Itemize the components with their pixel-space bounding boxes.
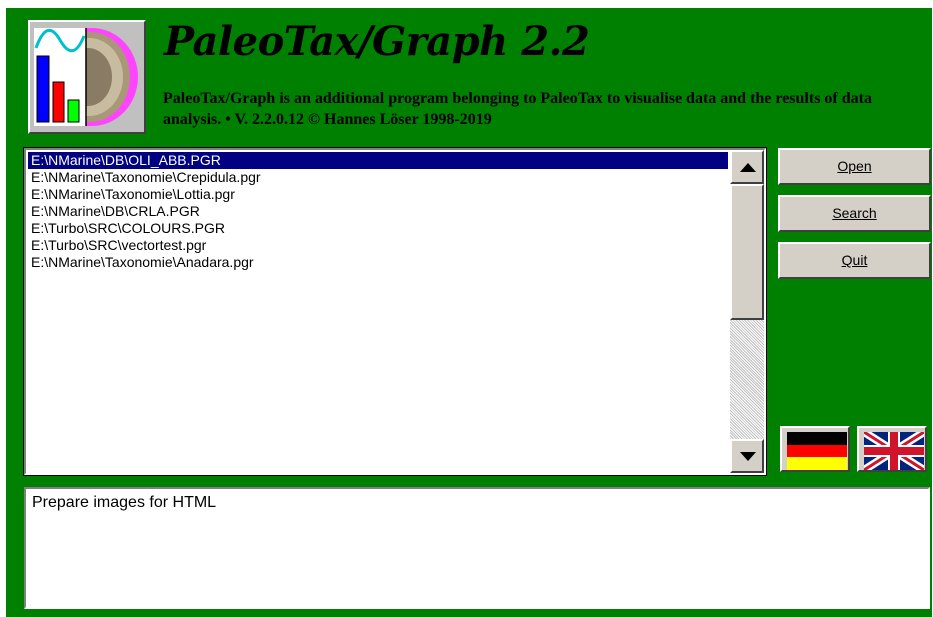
scroll-down-button[interactable] xyxy=(730,439,764,473)
german-language-button[interactable] xyxy=(780,426,850,472)
file-list-item[interactable]: E:\Turbo\SRC\COLOURS.PGR xyxy=(28,220,728,237)
file-list-item[interactable]: E:\NMarine\Taxonomie\Crepidula.pgr xyxy=(28,169,728,186)
file-list-item[interactable]: E:\Turbo\SRC\vectortest.pgr xyxy=(28,237,728,254)
file-list[interactable]: E:\NMarine\DB\OLI_ABB.PGR E:\NMarine\Tax… xyxy=(23,147,767,476)
app-logo xyxy=(28,20,146,134)
scroll-thumb[interactable] xyxy=(730,184,764,320)
description-text: Prepare images for HTML xyxy=(32,494,217,511)
search-button-label: Search xyxy=(832,205,877,221)
vertical-scrollbar[interactable] xyxy=(730,150,764,473)
file-list-item[interactable]: E:\NMarine\DB\CRLA.PGR xyxy=(28,203,728,220)
search-button[interactable]: Search xyxy=(778,195,931,232)
quit-button-label: Quit xyxy=(841,252,868,268)
description-box: Prepare images for HTML xyxy=(24,487,930,609)
app-title: PaleoTax/Graph 2.2 xyxy=(164,18,590,65)
uk-flag-icon xyxy=(864,432,924,470)
quit-button[interactable]: Quit xyxy=(778,242,931,279)
file-list-item-selected[interactable]: E:\NMarine\DB\OLI_ABB.PGR xyxy=(28,152,728,169)
open-button-label: Open xyxy=(837,158,872,174)
english-language-button[interactable] xyxy=(857,426,927,472)
open-button[interactable]: Open xyxy=(778,148,931,185)
file-list-item[interactable]: E:\NMarine\Taxonomie\Lottia.pgr xyxy=(28,186,728,203)
german-flag-icon xyxy=(787,432,847,470)
scroll-up-button[interactable] xyxy=(730,150,764,184)
arrow-up-icon xyxy=(740,163,756,172)
file-list-items: E:\NMarine\DB\OLI_ABB.PGR E:\NMarine\Tax… xyxy=(28,152,728,473)
arrow-down-icon xyxy=(740,452,756,461)
file-list-item[interactable]: E:\NMarine\Taxonomie\Anadara.pgr xyxy=(28,254,728,271)
app-window: PaleoTax/Graph 2.2 PaleoTax/Graph is an … xyxy=(0,0,933,617)
app-description: PaleoTax/Graph is an additional program … xyxy=(163,90,872,128)
